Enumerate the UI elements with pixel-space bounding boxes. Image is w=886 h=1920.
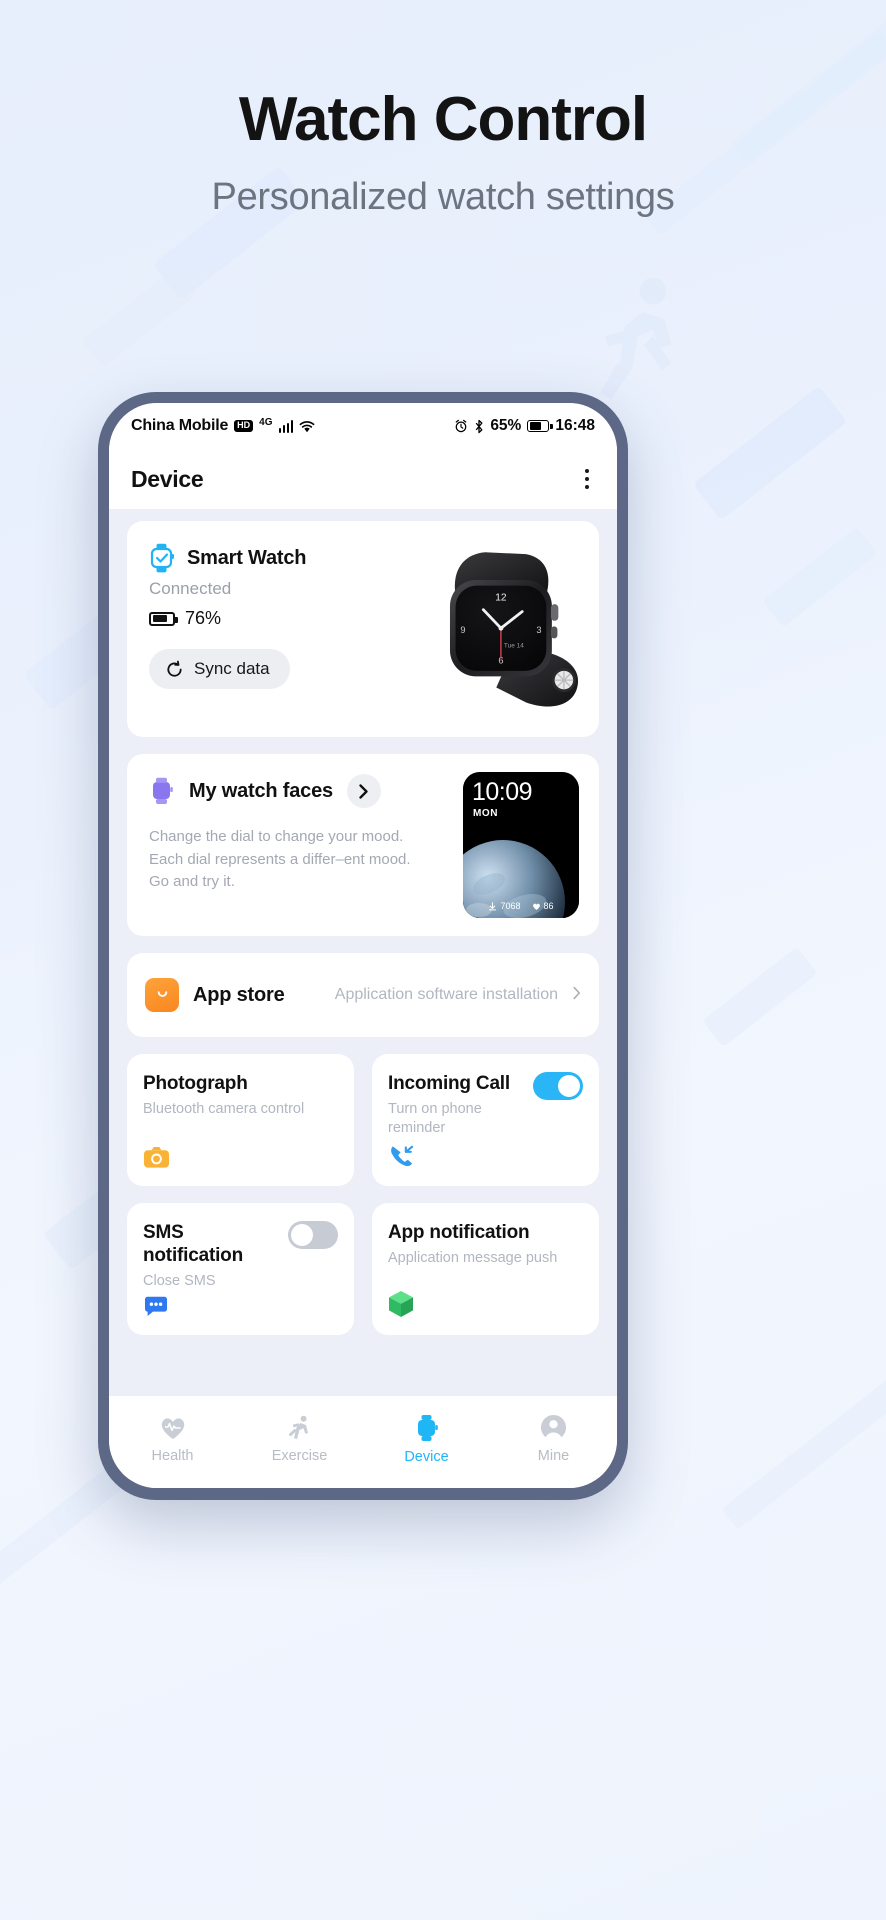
smart-watch-photo: 12 6 9 3 Tue 14 — [449, 552, 579, 707]
chevron-right-icon[interactable] — [346, 774, 381, 808]
content-area: Smart Watch Connected 76% Sync data 12 6… — [109, 509, 617, 1396]
svg-text:Tue 14: Tue 14 — [504, 643, 524, 650]
sms-notification-toggle[interactable] — [288, 1221, 338, 1249]
tile-title: Incoming Call — [388, 1073, 510, 1094]
watch-face-preview-stats: 7068 86 — [463, 901, 579, 911]
heart-pulse-icon — [161, 1417, 184, 1439]
app-bar-title: Device — [131, 465, 204, 492]
status-bar: China Mobile HD 4G 65% 16:48 — [109, 403, 617, 449]
green-cube-icon — [388, 1290, 414, 1323]
alarm-clock-icon — [455, 419, 467, 433]
likes-stat: 86 — [532, 901, 554, 911]
tile-subtitle: Application message push — [388, 1250, 558, 1267]
tile-subtitle: Close SMS — [143, 1273, 216, 1290]
device-battery-icon — [149, 611, 178, 626]
bluetooth-icon — [475, 419, 483, 433]
page-title: Watch Control — [238, 85, 648, 154]
running-person-icon — [288, 1415, 308, 1439]
tab-label: Health — [151, 1447, 194, 1464]
tile-title: App notification — [388, 1222, 530, 1243]
watch-face-preview-time: 10:09 — [472, 778, 533, 806]
watch-face-preview[interactable]: 10:09 MON 7068 86 — [463, 772, 579, 918]
tab-health[interactable]: Health — [109, 1415, 236, 1464]
kebab-menu-icon[interactable] — [579, 463, 595, 495]
wifi-icon — [299, 420, 315, 432]
device-card[interactable]: Smart Watch Connected 76% Sync data 12 6… — [127, 521, 599, 737]
app-store-card[interactable]: App store Application software installat… — [127, 953, 599, 1037]
feature-tiles-row-1: Photograph Bluetooth camera control Inco… — [127, 1054, 599, 1186]
tab-label: Mine — [537, 1448, 570, 1464]
tile-subtitle: Turn on phone reminder — [388, 1101, 482, 1137]
page-subtitle: Personalized watch settings — [211, 176, 675, 219]
sync-data-label: Sync data — [194, 659, 270, 678]
download-icon — [489, 901, 497, 910]
hd-badge: HD — [234, 420, 254, 432]
watch-faces-description: Change the dial to change your mood. Eac… — [149, 828, 411, 890]
status-clock: 16:48 — [555, 417, 595, 434]
device-name: Smart Watch — [187, 546, 307, 569]
tab-device[interactable]: Device — [363, 1414, 490, 1465]
heart-icon — [532, 903, 540, 910]
watch-icon — [417, 1414, 438, 1441]
app-store-title: App store — [193, 983, 285, 1006]
phone-mockup: China Mobile HD 4G 65% 16:48 Device Smar… — [98, 392, 628, 1500]
battery-icon — [527, 420, 553, 432]
bottom-navigation: Health Exercise Device Mine — [109, 1396, 617, 1488]
shopping-bag-icon — [145, 978, 179, 1012]
camera-icon — [143, 1145, 170, 1174]
watch-face-preview-day: MON — [473, 808, 499, 819]
network-type-label: 4G — [259, 416, 273, 428]
tile-sms-notification[interactable]: SMS notification Close SMS — [127, 1203, 354, 1335]
downloads-count: 7068 — [500, 901, 521, 911]
device-battery-percent: 76% — [185, 608, 222, 628]
person-circle-icon — [540, 1414, 567, 1441]
svg-text:3: 3 — [536, 625, 541, 635]
watch-faces-card[interactable]: My watch faces Change the dial to change… — [127, 754, 599, 936]
watch-face-icon — [153, 777, 173, 804]
tile-subtitle: Bluetooth camera control — [143, 1101, 305, 1118]
tile-title: Photograph — [143, 1073, 248, 1094]
watch-faces-title: My watch faces — [189, 779, 333, 802]
tile-photograph[interactable]: Photograph Bluetooth camera control — [127, 1054, 354, 1186]
hero-section: Watch Control Personalized watch setting… — [0, 85, 886, 219]
smart-watch-check-icon — [150, 543, 174, 573]
svg-text:12: 12 — [495, 592, 507, 603]
downloads-stat: 7068 — [488, 901, 521, 911]
app-store-subtitle: Application software installation — [334, 986, 558, 1003]
tile-app-notification[interactable]: App notification Application message pus… — [372, 1203, 599, 1335]
sync-data-button[interactable]: Sync data — [149, 649, 290, 689]
incoming-call-toggle[interactable] — [533, 1072, 583, 1100]
likes-count: 86 — [543, 901, 554, 911]
tab-label: Exercise — [271, 1447, 328, 1464]
app-bar: Device — [109, 449, 617, 509]
feature-tiles-row-2: SMS notification Close SMS App notificat… — [127, 1203, 599, 1335]
signal-bars-icon — [278, 419, 293, 433]
carrier-label: China Mobile — [131, 417, 229, 434]
phone-screen: China Mobile HD 4G 65% 16:48 Device Smar… — [109, 403, 617, 1488]
tile-title: SMS notification — [143, 1222, 243, 1267]
chevron-right-icon[interactable] — [572, 985, 581, 1005]
svg-text:9: 9 — [460, 625, 465, 635]
sync-refresh-icon — [167, 660, 182, 677]
tab-mine[interactable]: Mine — [490, 1414, 617, 1464]
chat-bubble-icon — [143, 1296, 169, 1323]
battery-percent-label: 65% — [490, 417, 522, 434]
tab-label: Device — [404, 1448, 449, 1465]
tile-incoming-call[interactable]: Incoming Call Turn on phone reminder — [372, 1054, 599, 1186]
tab-exercise[interactable]: Exercise — [236, 1415, 363, 1464]
phone-incoming-icon — [388, 1143, 415, 1174]
